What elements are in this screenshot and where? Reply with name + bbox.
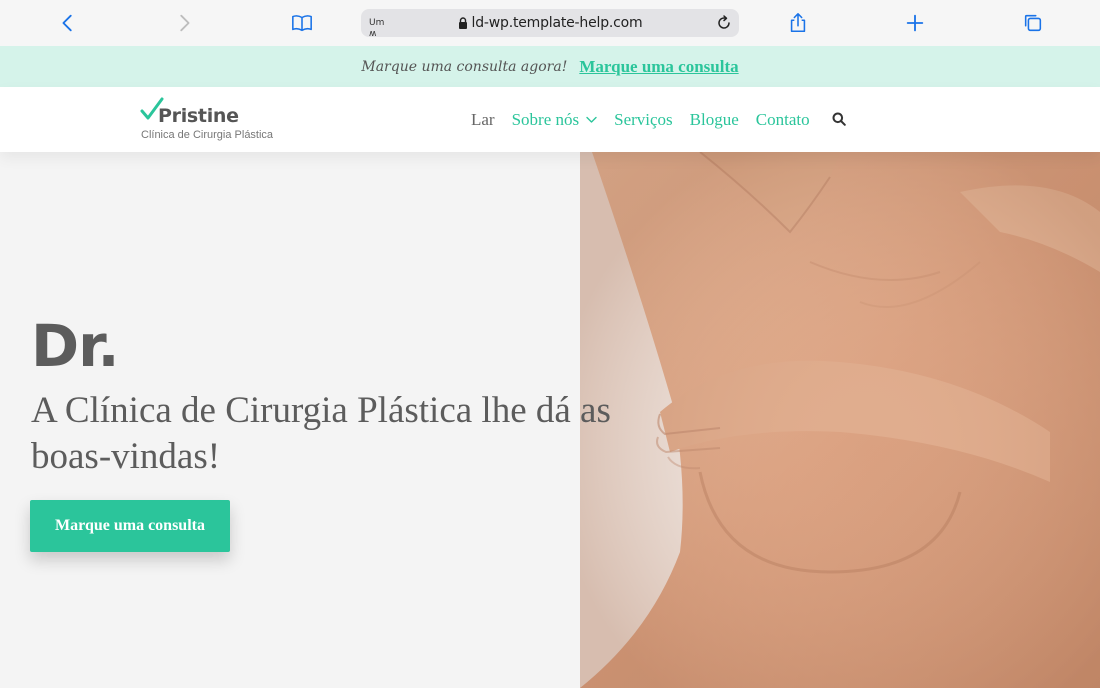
nav-item-contact[interactable]: Contato (756, 110, 810, 130)
search-icon[interactable] (832, 112, 846, 126)
hero-image (580, 152, 1100, 688)
forward-icon[interactable] (172, 11, 196, 35)
back-icon[interactable] (56, 11, 80, 35)
logo-name: Pristine (158, 105, 239, 127)
browser-toolbar: Um ʍ ld-wp.template-help.com (0, 0, 1100, 46)
main-nav: Lar Sobre nós Serviços Blogue Contato (471, 87, 827, 152)
nav-item-about-label: Sobre nós (511, 109, 580, 129)
logo-tagline: Clínica de Cirurgia Plástica (141, 129, 274, 141)
address-bar[interactable]: Um ʍ ld-wp.template-help.com (361, 9, 739, 37)
nav-item-blog[interactable]: Blogue (690, 110, 739, 130)
promo-bar: Marque uma consulta agora! Marque uma co… (0, 46, 1100, 87)
logo[interactable]: Pristine Clínica de Cirurgia Plástica (140, 95, 280, 145)
reload-icon[interactable] (715, 14, 733, 32)
new-tab-icon[interactable] (903, 11, 927, 35)
promo-appointment-link[interactable]: Marque uma consulta (579, 57, 738, 77)
tabs-icon[interactable] (1021, 11, 1045, 35)
nav-item-about[interactable]: Sobre nós (512, 110, 598, 130)
hero-title: Dr. (31, 312, 120, 380)
share-icon[interactable] (786, 11, 810, 35)
nav-item-home[interactable]: Lar (471, 110, 495, 130)
lock-icon (458, 17, 467, 29)
nav-item-services[interactable]: Serviços (614, 110, 673, 130)
promo-text: Marque uma consulta agora! (361, 58, 568, 75)
bookmarks-icon[interactable] (290, 11, 314, 35)
hero-subtitle: A Clínica de Cirurgia Plástica lhe dá as… (31, 390, 611, 477)
hero-section: Dr. A Clínica de Cirurgia Plástica lhe d… (0, 152, 1100, 688)
hero-appointment-button[interactable]: Marque uma consulta (30, 500, 230, 552)
url-text: ld-wp.template-help.com (471, 15, 643, 31)
site-header: Pristine Clínica de Cirurgia Plástica La… (0, 87, 1100, 152)
chevron-down-icon (586, 116, 597, 123)
